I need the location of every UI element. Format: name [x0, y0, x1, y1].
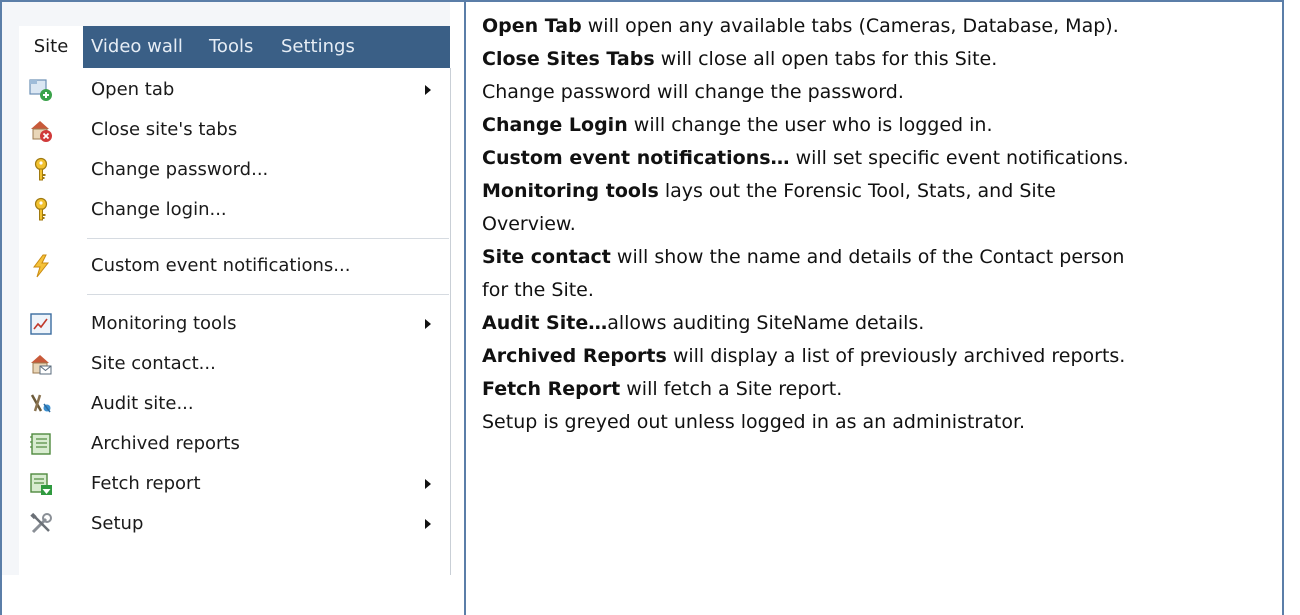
menu-item-label: Change login...	[91, 199, 227, 220]
menu-site[interactable]: Site	[19, 26, 83, 68]
menu-item-label: Close site's tabs	[91, 119, 238, 140]
menu-item-fetch-report[interactable]: Fetch report	[19, 464, 450, 504]
menu-item-label: Custom event notifications...	[91, 255, 351, 276]
menu-item-label: Monitoring tools	[91, 313, 237, 334]
key-icon	[27, 156, 55, 184]
description-line: Monitoring tools lays out the Forensic T…	[482, 180, 1056, 202]
chart-icon	[27, 310, 55, 338]
menu-item-label: Setup	[91, 513, 144, 534]
menu-item-monitoring-tools[interactable]: Monitoring tools	[19, 304, 450, 344]
description-line: Audit Site…allows auditing SiteName deta…	[482, 312, 925, 334]
audit-icon	[27, 390, 55, 418]
archive-icon	[27, 430, 55, 458]
description-line: Setup is greyed out unless logged in as …	[482, 411, 1026, 433]
description-line: Change Login will change the user who is…	[482, 114, 993, 136]
menu-item-archived-reports[interactable]: Archived reports	[19, 424, 450, 464]
description-line: Open Tab will open any available tabs (C…	[482, 15, 1119, 37]
submenu-arrow-icon	[425, 85, 431, 95]
menu-item-site-contact[interactable]: Site contact...	[19, 344, 450, 384]
submenu-arrow-icon	[425, 479, 431, 489]
menu-tools[interactable]: Tools	[209, 26, 253, 68]
menu-video-wall[interactable]: Video wall	[91, 26, 183, 68]
menu-item-label: Change password...	[91, 159, 269, 180]
description-line: for the Site.	[482, 279, 594, 301]
description-line: Custom event notifications… will set spe…	[482, 147, 1129, 169]
menu-item-label: Archived reports	[91, 433, 240, 454]
menu-item-close-site-tabs[interactable]: Close site's tabs	[19, 110, 450, 150]
menu-item-change-login[interactable]: Change login...	[19, 190, 450, 230]
menu-settings[interactable]: Settings	[281, 26, 355, 68]
open-tab-icon	[27, 76, 55, 104]
menu-item-label: Fetch report	[91, 473, 201, 494]
description-line: Overview.	[482, 213, 576, 235]
menubar: Site Video wall Tools Settings	[19, 26, 450, 68]
menu-item-audit-site[interactable]: Audit site...	[19, 384, 450, 424]
table-border-middle	[464, 0, 466, 615]
menu-item-label: Audit site...	[91, 393, 194, 414]
menu-item-setup[interactable]: Setup	[19, 504, 450, 544]
menu-separator	[87, 238, 449, 239]
site-contact-icon	[27, 350, 55, 378]
menu-separator	[87, 294, 449, 295]
menu-item-change-password[interactable]: Change password...	[19, 150, 450, 190]
description-line: Change password will change the password…	[482, 81, 904, 103]
site-menu-screenshot: Site Video wall Tools Settings Open tab	[2, 2, 451, 575]
description-line: Site contact will show the name and deta…	[482, 246, 1125, 268]
lightning-icon	[27, 252, 55, 280]
menu-item-label: Site contact...	[91, 353, 216, 374]
menu-item-custom-event-notifications[interactable]: Custom event notifications...	[19, 246, 450, 286]
submenu-arrow-icon	[425, 319, 431, 329]
tools-icon	[27, 510, 55, 538]
description-line: Archived Reports will display a list of …	[482, 345, 1126, 367]
menu-descriptions: Open Tab will open any available tabs (C…	[482, 10, 1282, 439]
menu-item-label: Open tab	[91, 79, 175, 100]
key-icon	[27, 196, 55, 224]
menu-item-open-tab[interactable]: Open tab	[19, 70, 450, 110]
description-line: Close Sites Tabs will close all open tab…	[482, 48, 998, 70]
fetch-report-icon	[27, 470, 55, 498]
submenu-arrow-icon	[425, 519, 431, 529]
site-dropdown-menu: Open tab Close site's tabs Change passwo…	[19, 68, 451, 575]
close-site-tabs-icon	[27, 116, 55, 144]
table-border-right	[1282, 0, 1284, 615]
description-line: Fetch Report will fetch a Site report.	[482, 378, 843, 400]
